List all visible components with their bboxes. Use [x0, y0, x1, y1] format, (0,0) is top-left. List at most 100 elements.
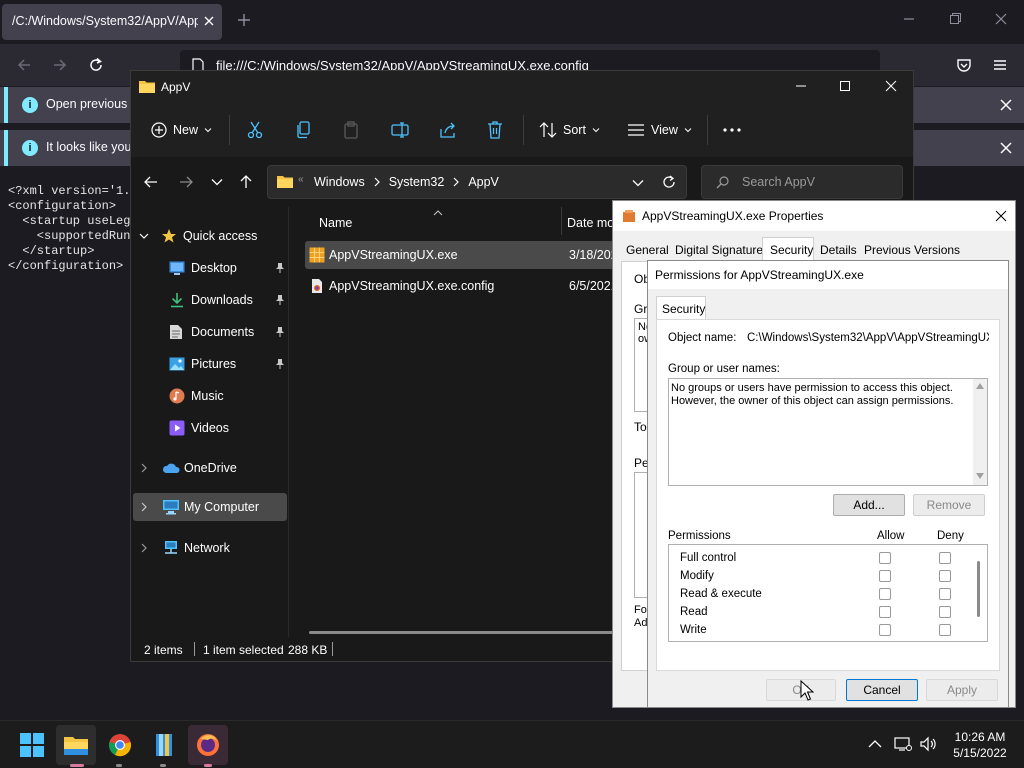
network-tray-icon[interactable]: [894, 736, 912, 752]
chevron-up-icon[interactable]: [868, 739, 882, 749]
firefox-icon[interactable]: [192, 729, 224, 761]
menu-icon[interactable]: [992, 57, 1008, 73]
close-notification-icon[interactable]: [998, 140, 1014, 156]
restore-icon[interactable]: [948, 12, 962, 26]
allow-checkbox[interactable]: [879, 624, 891, 636]
chevron-down-icon: [204, 128, 212, 133]
start-button[interactable]: [16, 729, 48, 761]
view-button[interactable]: View: [627, 119, 692, 141]
firefox-tab[interactable]: /C:/Windows/System32/AppV/AppVStreamingU…: [2, 4, 222, 40]
status-size: 288 KB: [288, 643, 328, 657]
videos-icon: [169, 420, 185, 436]
allow-checkbox[interactable]: [879, 552, 891, 564]
allow-checkbox[interactable]: [879, 606, 891, 618]
overflow-chevron-icon[interactable]: «: [298, 174, 304, 185]
permission-row: Modify: [669, 567, 969, 585]
horizontal-scrollbar[interactable]: [309, 631, 619, 634]
tab-security[interactable]: Security: [656, 296, 706, 320]
permissions-scrollbar[interactable]: [977, 561, 980, 617]
nav-quick-access[interactable]: Quick access: [131, 221, 287, 251]
breadcrumb-system32[interactable]: System32: [389, 175, 445, 189]
recent-locations-icon[interactable]: [211, 178, 223, 186]
permission-row: Read & execute: [669, 585, 969, 603]
deny-header: Deny: [937, 530, 964, 542]
nav-videos[interactable]: Videos: [131, 413, 287, 443]
close-tab-icon[interactable]: [202, 14, 216, 28]
breadcrumb-appv[interactable]: AppV: [468, 175, 499, 189]
cancel-button[interactable]: Cancel: [846, 679, 918, 701]
share-icon[interactable]: [439, 121, 457, 139]
reload-icon[interactable]: [88, 57, 104, 73]
minimize-icon[interactable]: [795, 80, 807, 92]
nav-network[interactable]: Network: [131, 533, 287, 563]
vertical-scrollbar[interactable]: [973, 379, 987, 485]
desktop-icon: [169, 261, 185, 275]
file-row-selected[interactable]: AppVStreamingUX.exe 3/18/2022: [305, 241, 625, 269]
clock[interactable]: 10:26 AM 5/15/2022: [944, 729, 1016, 761]
forward-arrow-icon[interactable]: [179, 175, 193, 189]
address-dropdown-icon[interactable]: [632, 179, 644, 187]
close-window-icon[interactable]: [994, 12, 1008, 26]
back-icon[interactable]: [16, 57, 32, 73]
deny-checkbox[interactable]: [939, 570, 951, 582]
network-icon: [165, 541, 177, 554]
tab-details[interactable]: Details: [820, 243, 857, 257]
paste-icon[interactable]: [343, 121, 359, 139]
deny-checkbox[interactable]: [939, 606, 951, 618]
new-button[interactable]: New: [151, 119, 212, 141]
permissions-title-bar: Permissions for AppVStreamingUX.exe: [648, 261, 1008, 289]
chevron-down-icon: [139, 233, 149, 239]
nav-onedrive[interactable]: OneDrive: [131, 453, 287, 483]
group-list[interactable]: No groups or users have permission to ac…: [668, 378, 988, 486]
nav-music[interactable]: Music: [131, 381, 287, 411]
column-header-name[interactable]: Name: [319, 216, 352, 230]
more-options-icon[interactable]: [723, 127, 741, 133]
tab-general[interactable]: General: [626, 243, 669, 257]
allow-checkbox[interactable]: [879, 588, 891, 600]
nav-pictures[interactable]: Pictures: [131, 349, 287, 379]
pocket-icon[interactable]: [956, 57, 972, 73]
address-bar[interactable]: « Windows System32 AppV: [267, 165, 687, 199]
file-explorer-icon[interactable]: [60, 729, 92, 761]
nav-desktop[interactable]: Desktop: [131, 253, 287, 283]
back-arrow-icon[interactable]: [144, 175, 158, 189]
rename-icon[interactable]: [391, 121, 409, 139]
running-indicator: [70, 764, 84, 767]
cut-icon[interactable]: [247, 121, 263, 139]
permissions-title: Permissions for AppVStreamingUX.exe: [655, 268, 864, 282]
file-row[interactable]: AppVStreamingUX.exe.config 6/5/2021: [305, 272, 619, 300]
chrome-icon[interactable]: [104, 729, 136, 761]
maximize-icon[interactable]: [839, 80, 851, 92]
new-tab-icon[interactable]: [236, 12, 252, 28]
nav-downloads[interactable]: Downloads: [131, 285, 287, 315]
search-box[interactable]: Search AppV: [701, 165, 903, 199]
minimize-icon[interactable]: [902, 12, 916, 26]
close-icon[interactable]: [995, 210, 1007, 222]
nav-documents[interactable]: Documents: [131, 317, 287, 347]
add-button[interactable]: Add...: [833, 494, 905, 516]
nav-my-computer[interactable]: My Computer: [133, 493, 287, 521]
tab-previous-versions[interactable]: Previous Versions: [864, 243, 960, 257]
deny-checkbox[interactable]: [939, 588, 951, 600]
archive-app-icon[interactable]: [148, 729, 180, 761]
delete-icon[interactable]: [487, 121, 503, 139]
partial-label: Fo: [634, 604, 647, 616]
breadcrumb-windows[interactable]: Windows: [314, 175, 365, 189]
deny-checkbox[interactable]: [939, 624, 951, 636]
close-icon[interactable]: [885, 80, 897, 92]
nav-label: Quick access: [183, 229, 258, 243]
tab-digital-signatures[interactable]: Digital Signatures: [675, 243, 769, 257]
refresh-icon[interactable]: [662, 175, 676, 189]
volume-icon[interactable]: [920, 736, 938, 752]
up-arrow-icon[interactable]: [239, 174, 253, 189]
close-notification-icon[interactable]: [998, 97, 1014, 113]
forward-icon[interactable]: [52, 57, 68, 73]
deny-checkbox[interactable]: [939, 552, 951, 564]
remove-button[interactable]: Remove: [913, 494, 985, 516]
sort-button[interactable]: Sort: [539, 119, 600, 141]
allow-checkbox[interactable]: [879, 570, 891, 582]
copy-icon[interactable]: [296, 121, 312, 139]
apply-button[interactable]: Apply: [926, 679, 998, 701]
sort-icon: [539, 122, 557, 138]
tab-security[interactable]: Security: [770, 243, 813, 257]
